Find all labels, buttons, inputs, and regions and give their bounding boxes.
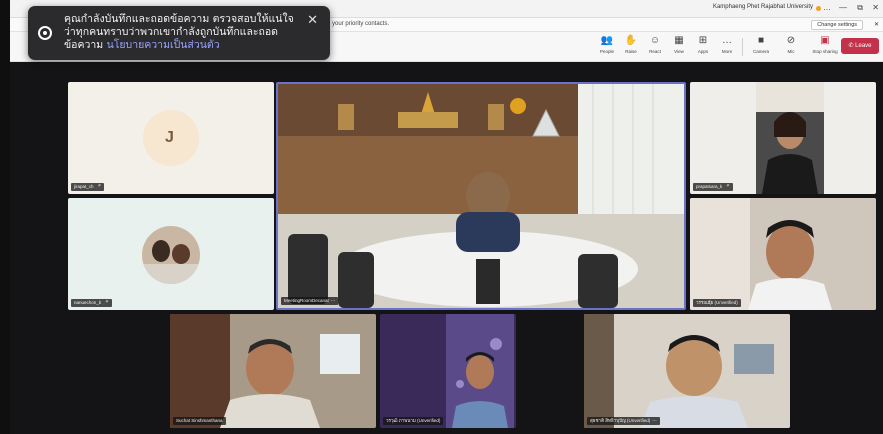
participant-name: วรรณຊีย (Unverified) <box>693 299 741 307</box>
mic-icon: 🎤 <box>724 184 730 189</box>
participant-name: jirapat_ch 🎤 <box>71 183 105 191</box>
mic-off-icon: ⊘ <box>786 35 796 46</box>
share-screen-icon: ▣ <box>820 35 830 46</box>
participant-video <box>756 82 824 194</box>
privacy-policy-link[interactable]: นโยบายความเป็นส่วนตัว <box>107 39 220 51</box>
more-button[interactable]: … More <box>716 35 738 54</box>
participant-tile[interactable]: J jirapat_ch 🎤 <box>68 82 274 194</box>
raise-hand-icon: ✋ <box>624 35 638 46</box>
more-options-icon[interactable]: … <box>823 3 831 12</box>
participant-name: prapatsara_k 🎤 <box>693 183 733 191</box>
avatar <box>142 226 200 284</box>
participant-tile[interactable]: วรรณຊีย (Unverified) <box>690 198 876 310</box>
close-window-icon[interactable]: ✕ <box>872 3 879 12</box>
spotlight-tile[interactable]: MeetingRoomDecanat ⋯ <box>276 82 686 310</box>
mic-icon: 🎤 <box>95 184 102 189</box>
react-button[interactable]: ☺ React <box>644 35 666 54</box>
participant-name: วรวุฒิ ภาพนาม (Unverified) <box>383 417 444 425</box>
camera-icon: ■ <box>757 35 765 46</box>
participant-tile[interactable]: วรวุฒิ ภาพนาม (Unverified) <box>380 314 516 428</box>
notification-close-icon[interactable]: ✕ <box>874 21 879 28</box>
view-icon: ▦ <box>674 35 684 46</box>
apps-icon: ⊞ <box>698 35 708 46</box>
apps-button[interactable]: ⊞ Apps <box>692 35 714 54</box>
video-stage: J jirapat_ch 🎤 nanuechon_b 🎤 MeetingRoom… <box>10 62 883 434</box>
participant-name: สุธชาติ สิทธิาบุปัญ (Unverified) ⋯ <box>587 417 660 425</box>
participant-tile[interactable]: สุธชาติ สิทธิาบุปัญ (Unverified) ⋯ <box>584 314 790 428</box>
camera-button[interactable]: ■ Camera <box>748 35 774 54</box>
view-button[interactable]: ▦ View <box>668 35 690 54</box>
people-icon: 👥 <box>600 35 614 46</box>
avatar-initial: J <box>165 129 174 146</box>
notification-text: rom your priority contacts. <box>320 21 390 27</box>
toast-close-icon[interactable]: ✕ <box>307 12 318 28</box>
mic-button[interactable]: ⊘ Mic <box>780 35 802 54</box>
stop-sharing-button[interactable]: ▣ Stop sharing <box>808 35 842 54</box>
participant-tile[interactable]: nanuechon_b 🎤 <box>68 198 274 310</box>
org-name: Kamphaeng Phet Rajabhat University <box>712 4 813 10</box>
minimize-icon[interactable]: — <box>839 3 847 12</box>
change-settings-button[interactable]: Change settings <box>811 20 863 30</box>
participant-video <box>584 314 790 428</box>
more-icon: … <box>722 35 732 46</box>
maximize-icon[interactable]: ⧉ <box>857 3 863 13</box>
react-icon: ☺ <box>649 35 661 46</box>
toolbar-divider <box>742 38 743 56</box>
mic-icon: 🎤 <box>103 300 109 305</box>
org-status-dot <box>816 6 821 11</box>
leave-button[interactable]: ✆ Leave <box>841 38 879 54</box>
participant-name: Suchat Sinshmanthana <box>173 417 226 425</box>
participant-video <box>170 314 376 428</box>
participant-tile[interactable]: prapatsara_k 🎤 <box>690 82 876 194</box>
recording-icon <box>38 26 52 40</box>
recording-notification-toast: คุณกำลังบันทึกและถอดข้อความ ตรวจสอบให้แน… <box>28 6 330 60</box>
participant-video <box>690 198 876 310</box>
meeting-room-video <box>278 84 684 308</box>
people-button[interactable]: 👥 People <box>596 35 618 54</box>
participant-name: MeetingRoomDecanat ⋯ <box>281 297 339 305</box>
more-icon: ⋯ <box>330 298 336 303</box>
participant-tile[interactable]: Suchat Sinshmanthana <box>170 314 376 428</box>
participant-video <box>446 314 514 428</box>
phone-icon: ✆ <box>848 43 854 49</box>
teams-meeting-window: Kamphaeng Phet Rajabhat University … — ⧉… <box>10 0 883 434</box>
participant-name: nanuechon_b 🎤 <box>71 299 112 307</box>
raise-hand-button[interactable]: ✋ Raise <box>620 35 642 54</box>
more-icon: ⋯ <box>652 418 657 423</box>
